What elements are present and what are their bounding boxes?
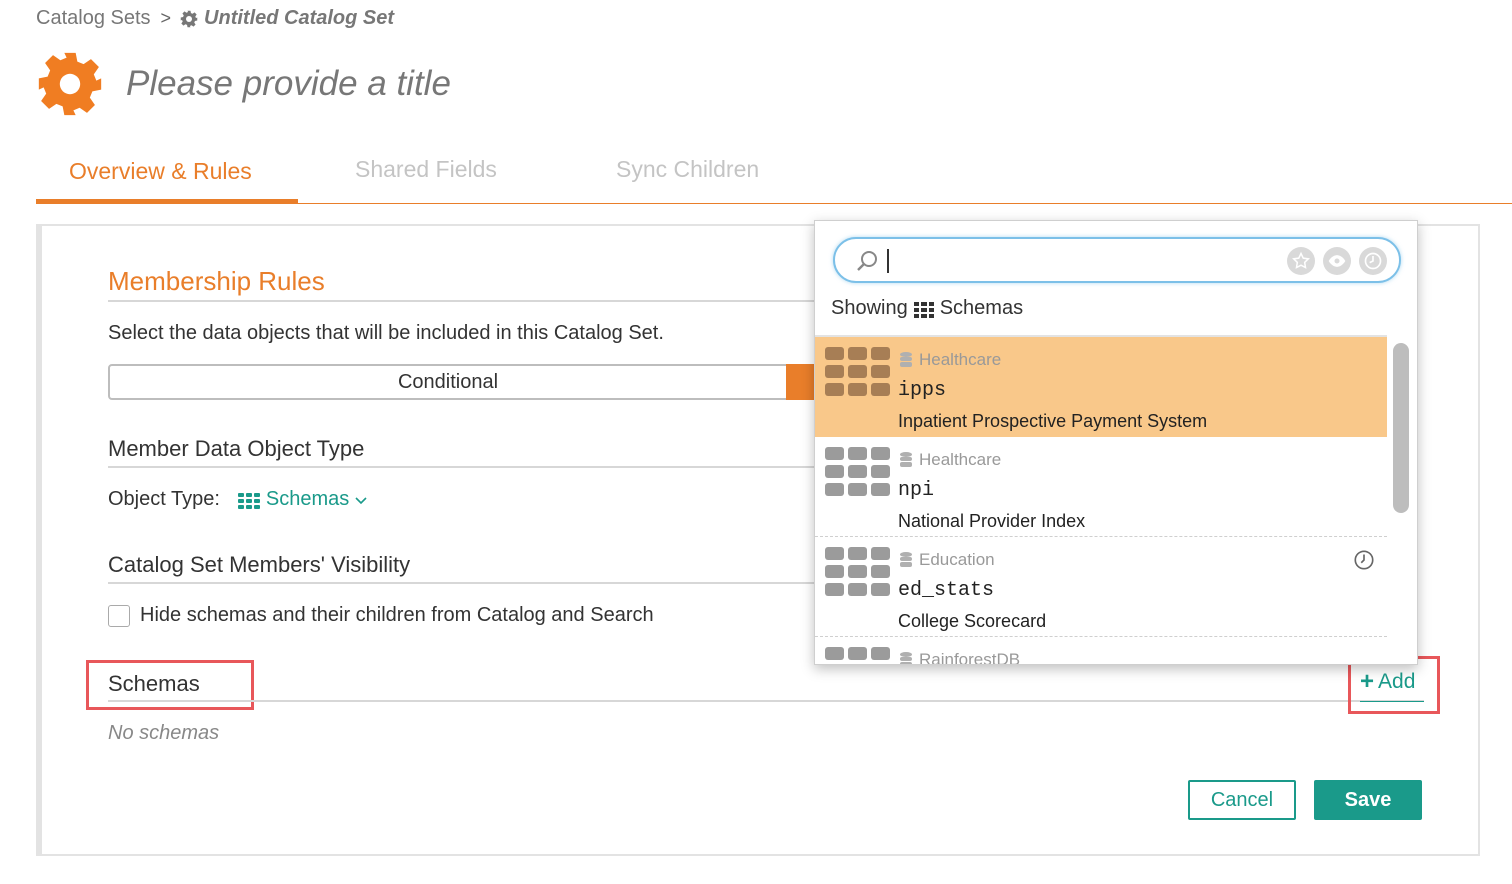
member-type-heading: Member Data Object Type [108, 436, 365, 461]
recently-viewed-clock-icon [1353, 549, 1375, 571]
database-label: Education [899, 550, 995, 570]
add-schema-button[interactable]: + Add [1360, 670, 1415, 694]
breadcrumb-separator: > [160, 8, 172, 28]
hide-schemas-label: Hide schemas and their children from Cat… [140, 604, 654, 626]
object-type-label: Object Type: [108, 488, 220, 510]
schemas-heading: Schemas [108, 671, 200, 696]
tab-overview-rules[interactable]: Overview & Rules [69, 158, 252, 185]
divider [108, 466, 828, 468]
page-header: Please provide a title [36, 50, 451, 118]
chevron-down-icon [355, 492, 367, 508]
database-icon [899, 652, 913, 664]
database-name: RainforestDB [919, 650, 1021, 665]
schema-description: Inpatient Prospective Payment System [898, 411, 1208, 431]
conditional-toggle[interactable]: Conditional [108, 364, 788, 400]
visibility-heading: Catalog Set Members' Visibility [108, 552, 411, 577]
schema-icon [825, 347, 891, 397]
active-tab-indicator [36, 199, 298, 203]
list-item[interactable]: Healthcare npi National Provider Index [815, 437, 1387, 537]
gear-icon [36, 50, 104, 118]
add-underline [1360, 701, 1424, 702]
page-title[interactable]: Please provide a title [126, 64, 451, 104]
clock-icon[interactable] [1359, 247, 1387, 275]
list-item[interactable]: Education ed_stats College Scorecard [815, 537, 1387, 637]
eye-icon[interactable] [1323, 247, 1351, 275]
breadcrumb: Catalog Sets > Untitled Catalog Set [36, 7, 394, 30]
breadcrumb-current: Untitled Catalog Set [204, 7, 395, 29]
star-icon[interactable] [1287, 247, 1315, 275]
schema-name: ipps [898, 379, 947, 402]
schema-description: College Scorecard [898, 611, 1047, 631]
add-label: Add [1378, 670, 1416, 693]
membership-rules-heading: Membership Rules [108, 266, 325, 296]
object-type-row: Object Type: Schemas [108, 488, 367, 511]
hide-schemas-option: Hide schemas and their children from Cat… [108, 604, 654, 627]
object-type-value: Schemas [265, 488, 350, 510]
hide-schemas-checkbox[interactable] [108, 604, 130, 627]
database-name: Healthcare [919, 350, 1002, 369]
schema-name: ed_stats [898, 579, 995, 602]
showing-filter-text: Showing Schemas [831, 297, 1023, 320]
tab-sync-children[interactable]: Sync Children [616, 156, 759, 183]
list-item[interactable]: RainforestDB [815, 637, 1387, 665]
schema-result-list: Healthcare ipps Inpatient Prospective Pa… [815, 335, 1387, 665]
database-icon [899, 352, 913, 368]
membership-description: Select the data objects that will be inc… [108, 322, 664, 344]
divider [108, 700, 1424, 702]
divider [108, 300, 828, 302]
tab-bar: Overview & Rules Shared Fields Sync Chil… [36, 142, 1512, 204]
cancel-button[interactable]: Cancel [1188, 780, 1296, 820]
database-icon [899, 552, 913, 568]
database-name: Healthcare [919, 450, 1002, 469]
database-label: Healthcare [899, 350, 1001, 370]
schema-grid-icon [913, 301, 934, 318]
schema-icon [825, 547, 891, 597]
schema-grid-icon [237, 492, 260, 509]
schema-search-dropdown: Showing Schemas Healthcare ipps Inpatien… [814, 220, 1418, 665]
database-icon [899, 452, 913, 468]
schema-name: npi [898, 479, 935, 502]
search-input[interactable] [833, 237, 1401, 283]
save-button[interactable]: Save [1314, 780, 1422, 820]
text-cursor [887, 249, 889, 273]
schema-icon [825, 447, 891, 497]
schema-icon [825, 647, 891, 664]
database-label: Healthcare [899, 450, 1001, 470]
list-item[interactable]: Healthcare ipps Inpatient Prospective Pa… [815, 337, 1387, 437]
empty-schemas-text: No schemas [108, 722, 220, 744]
showing-type: Schemas [939, 297, 1024, 319]
search-icon [855, 249, 879, 273]
tab-shared-fields[interactable]: Shared Fields [355, 156, 497, 183]
database-label: RainforestDB [899, 650, 1021, 665]
gear-icon [180, 10, 198, 28]
showing-prefix: Showing [831, 297, 908, 319]
breadcrumb-catalog-sets-link[interactable]: Catalog Sets [36, 7, 151, 30]
divider [108, 582, 828, 584]
schema-description: National Provider Index [898, 511, 1086, 531]
database-name: Education [919, 550, 995, 569]
object-type-select[interactable]: Schemas [237, 488, 367, 511]
scrollbar-thumb[interactable] [1393, 343, 1409, 513]
plus-icon: + [1360, 668, 1375, 695]
